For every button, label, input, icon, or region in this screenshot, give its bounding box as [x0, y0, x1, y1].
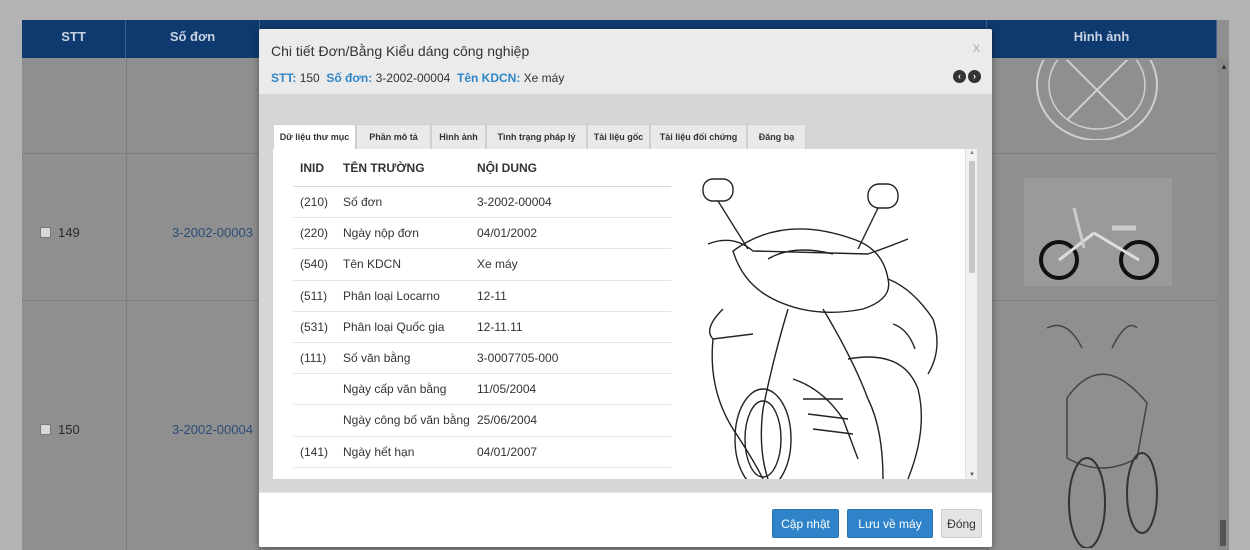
scroll-down-icon[interactable]: ▼: [969, 472, 975, 478]
page-scrollbar[interactable]: ▲: [1217, 58, 1229, 550]
row-stt: 150: [58, 422, 80, 437]
column-header-hinh-anh[interactable]: Hình ảnh: [987, 20, 1217, 58]
row-checkbox[interactable]: [40, 424, 51, 435]
row-value: 3-2002-00004: [477, 195, 552, 210]
row-field: Ngày cấp văn bằng: [343, 382, 447, 397]
row-value: 3-0007705-000: [477, 351, 559, 366]
save-to-device-button[interactable]: Lưu về máy: [847, 509, 933, 538]
scroll-up-icon[interactable]: ▲: [1220, 62, 1228, 71]
scrollbar-thumb[interactable]: [1220, 520, 1226, 546]
row-value: 12-11: [477, 288, 507, 303]
table-row: (111) Số văn bằng 3-0007705-000: [293, 343, 671, 375]
modal-footer: Cập nhật Lưu về máy Đóng: [259, 492, 992, 547]
row-stt: 149: [58, 225, 80, 240]
row-field: Phân loại Locarno: [343, 288, 440, 303]
row-value: Xe máy: [477, 257, 518, 272]
tab-du-lieu-thu-muc[interactable]: Dữ liệu thư mục: [273, 124, 356, 150]
record-summary: STT: 150 Số đơn: 3-2002-00004 Tên KDCN: …: [271, 71, 564, 85]
row-inid: (531): [300, 319, 329, 334]
close-button[interactable]: Đóng: [941, 509, 982, 538]
row-inid: (220): [300, 226, 329, 241]
so-don-label: Số đơn:: [326, 71, 373, 85]
header-inid: INID: [300, 160, 324, 175]
row-so-don-link[interactable]: 3-2002-00004: [172, 422, 253, 437]
wheel-thumbnail[interactable]: [1032, 60, 1172, 140]
table-row: Ngày cấp văn bằng 11/05/2004: [293, 374, 671, 406]
row-field: Số đơn: [343, 195, 383, 210]
row-field: Ngày nộp đơn: [343, 226, 419, 241]
stt-value: 150: [299, 71, 320, 85]
tab-dang-ba[interactable]: Đăng bạ: [747, 124, 806, 150]
record-navigation: ‹ ›: [953, 70, 981, 83]
modal-title: Chi tiết Đơn/Bằng Kiểu dáng công nghiệp: [271, 43, 530, 59]
ten-kdcn-label: Tên KDCN:: [457, 71, 521, 85]
table-row: (511) Phân loại Locarno 12-11: [293, 281, 671, 312]
table-row: (540) Tên KDCN Xe máy: [293, 249, 671, 281]
row-field: Số văn bằng: [343, 351, 411, 366]
row-checkbox[interactable]: [40, 227, 51, 238]
scrollbar-thumb[interactable]: [969, 161, 975, 273]
so-don-value: 3-2002-00004: [375, 71, 451, 85]
row-value: 12-11.11: [477, 319, 523, 334]
row-inid: (210): [300, 195, 329, 210]
panel-scrollbar[interactable]: ▲ ▼: [965, 149, 977, 479]
tab-phan-mo-ta[interactable]: Phần mô tả: [356, 124, 431, 150]
table-header: INID TÊN TRƯỜNG NỘI DUNG: [293, 149, 671, 187]
column-header-so-don[interactable]: Số đơn: [126, 20, 260, 58]
header-noi-dung: NỘI DUNG: [477, 160, 537, 175]
row-value: 11/05/2004: [477, 382, 537, 397]
header-ten-truong: TÊN TRƯỜNG: [343, 160, 425, 175]
ten-kdcn-value: Xe máy: [523, 71, 565, 85]
chevron-left-icon[interactable]: ‹: [953, 70, 966, 83]
scroll-up-icon[interactable]: ▲: [969, 150, 975, 156]
row-value: 04/01/2002: [477, 226, 538, 241]
close-icon[interactable]: x: [973, 39, 980, 55]
motorcycle-drawing[interactable]: [693, 159, 963, 479]
bicycle-thumbnail[interactable]: [1024, 178, 1172, 286]
table-row: 150 3-2002-00004: [22, 422, 282, 442]
tab-hinh-anh[interactable]: Hình ảnh: [431, 124, 486, 150]
tab-bar: Dữ liệu thư mục Phần mô tả Hình ảnh Tình…: [273, 124, 806, 150]
table-row: (141) Ngày hết hạn 04/01/2007: [293, 437, 671, 468]
table-row: 149 3-2002-00003: [22, 225, 282, 245]
table-row: Ngày công bố văn bằng 25/06/2004: [293, 405, 671, 437]
motorcycle-thumbnail[interactable]: [1027, 308, 1177, 548]
table-row: (210) Số đơn 3-2002-00004: [293, 187, 671, 219]
update-button[interactable]: Cập nhật: [772, 509, 839, 538]
row-so-don-link[interactable]: 3-2002-00003: [172, 225, 253, 240]
modal-header: Chi tiết Đơn/Bằng Kiểu dáng công nghiệp …: [259, 29, 992, 94]
bibliographic-table: INID TÊN TRƯỜNG NỘI DUNG (210) Số đơn 3-…: [293, 149, 671, 468]
row-inid: (511): [300, 288, 328, 303]
table-row: (531) Phân loại Quốc gia 12-11.11: [293, 312, 671, 343]
row-inid: (141): [300, 444, 329, 459]
tab-tai-lieu-goc[interactable]: Tài liệu gốc: [587, 124, 650, 150]
row-field: Tên KDCN: [343, 257, 402, 272]
detail-modal: Chi tiết Đơn/Bằng Kiểu dáng công nghiệp …: [259, 29, 992, 547]
row-field: Ngày công bố văn bằng: [343, 413, 470, 428]
modal-body: Dữ liệu thư mục Phần mô tả Hình ảnh Tình…: [259, 94, 992, 492]
stt-label: STT:: [271, 71, 297, 85]
table-row: (220) Ngày nộp đơn 04/01/2002: [293, 218, 671, 250]
grid-divider: [126, 58, 127, 550]
tab-panel: INID TÊN TRƯỜNG NỘI DUNG (210) Số đơn 3-…: [273, 149, 977, 479]
row-field: Phân loại Quốc gia: [343, 319, 445, 334]
row-value: 04/01/2007: [477, 444, 538, 459]
row-inid: (111): [300, 351, 327, 366]
row-field: Ngày hết hạn: [343, 444, 415, 459]
tab-tinh-trang-phap-ly[interactable]: Tình trạng pháp lý: [486, 124, 587, 150]
chevron-right-icon[interactable]: ›: [968, 70, 981, 83]
row-inid: (540): [300, 257, 329, 272]
tab-tai-lieu-doi-chung[interactable]: Tài liệu đối chứng: [650, 124, 747, 150]
column-header-stt[interactable]: STT: [22, 20, 126, 58]
row-value: 25/06/2004: [477, 413, 538, 428]
